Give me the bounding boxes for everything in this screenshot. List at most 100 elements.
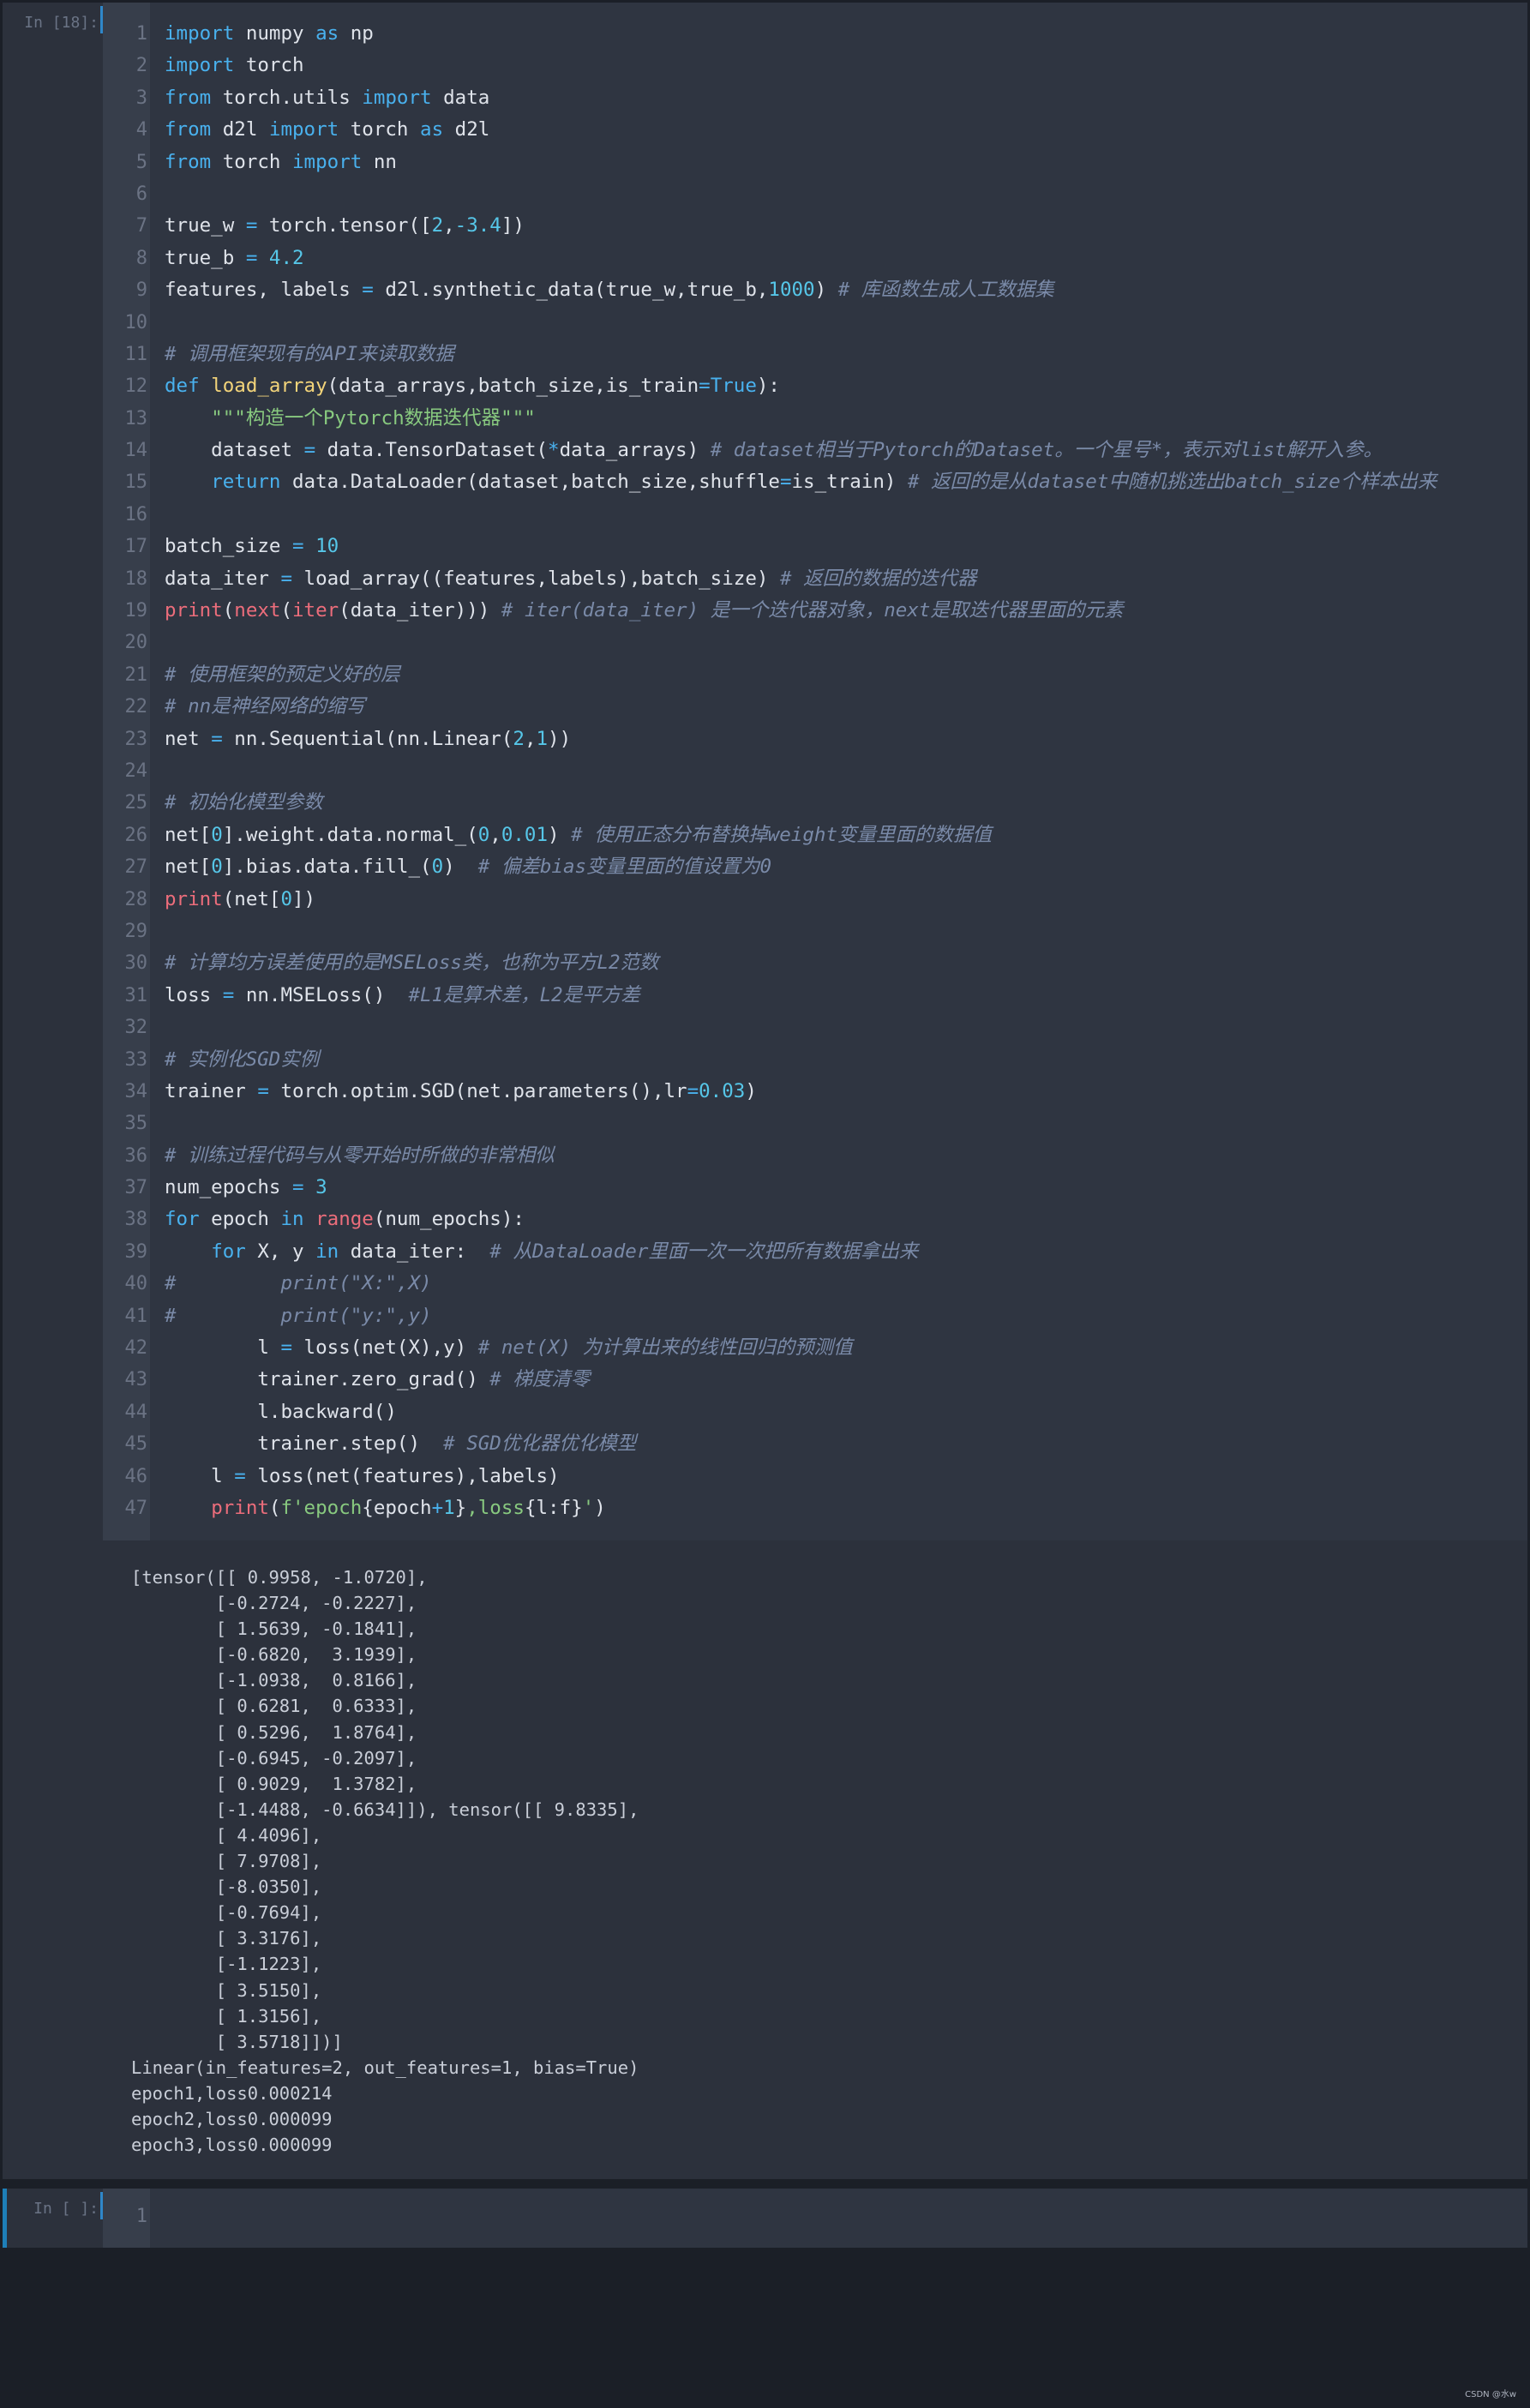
code-editor[interactable]: 1 import numpy as np 2 import torch 3 from to… (103, 3, 1527, 1540)
line-number: 22 (124, 696, 148, 718)
code-token: # SGD优化器优化模型 (443, 1432, 637, 1456)
line-number: 34 (124, 1080, 148, 1102)
code-token: from (165, 118, 212, 141)
code-line[interactable]: 13 """构造一个Pytorch数据迭代器""" (103, 403, 1527, 435)
code-token: features, labels (165, 279, 363, 302)
code-line[interactable]: 35 (103, 1108, 1527, 1139)
code-editor[interactable]: 1 (103, 2189, 1527, 2248)
code-line[interactable]: 23 net = nn.Sequential(nn.Linear(2,1)) (103, 724, 1527, 755)
code-line[interactable]: 40 # print("X:",X) (103, 1268, 1527, 1300)
code-token: import (292, 150, 363, 173)
line-number: 14 (124, 440, 148, 462)
code-line[interactable]: 44 l.backward() (103, 1396, 1527, 1428)
code-line[interactable]: 37 num_epochs = 3 (103, 1172, 1527, 1204)
code-line[interactable]: 47 print(f'epoch{epoch+1},loss{l:f}') (103, 1492, 1527, 1524)
code-line[interactable]: 27 net[0].bias.data.fill_(0) # 偏差bias变量里面… (103, 851, 1527, 883)
code-line[interactable]: 22 # nn是神经网络的缩写 (103, 691, 1527, 723)
code-token: = (292, 535, 304, 558)
code-line[interactable]: 20 (103, 627, 1527, 658)
code-token: load_array((features,labels),batch_size) (292, 567, 780, 590)
code-line[interactable]: 5 from torch import nn (103, 147, 1527, 178)
code-token: return (211, 471, 281, 494)
code-line[interactable]: 7 true_w = torch.tensor([2,-3.4]) (103, 210, 1527, 242)
code-token: = (303, 439, 316, 462)
code-line[interactable]: 30 # 计算均方误差使用的是MSELoss类，也称为平方L2范数 (103, 947, 1527, 979)
code-line[interactable]: 4 from d2l import torch as d2l (103, 114, 1527, 146)
code-line[interactable]: 11 # 调用框架现有的API来读取数据 (103, 339, 1527, 370)
line-number: 29 (124, 920, 148, 942)
line-number: 17 (124, 536, 148, 558)
code-token: epoch (199, 1208, 281, 1231)
code-line[interactable]: 12 def load_array(data_arrays,batch_size,… (103, 370, 1527, 402)
code-token: (data_iter))) (339, 599, 501, 622)
code-token: torch (339, 118, 421, 141)
code-line[interactable]: 32 (103, 1012, 1527, 1043)
code-line[interactable]: 18 data_iter = load_array((features,label… (103, 563, 1527, 595)
code-line[interactable]: 46 l = loss(net(features),labels) (103, 1461, 1527, 1492)
code-line[interactable]: 26 net[0].weight.data.normal_(0,0.01) # 使… (103, 820, 1527, 851)
code-line[interactable]: 39 for X, y in data_iter: # 从DataLoader里… (103, 1236, 1527, 1268)
code-token: # net(X) 为计算出来的线性回归的预测值 (477, 1336, 853, 1360)
line-number: 21 (124, 664, 148, 686)
code-token: 0.03 (699, 1079, 746, 1102)
code-token: # 调用框架现有的API来读取数据 (165, 342, 454, 365)
line-number: 15 (124, 471, 148, 494)
code-line[interactable]: 21 # 使用框架的预定义好的层 (103, 659, 1527, 691)
code-line[interactable]: 45 trainer.step() # SGD优化器优化模型 (103, 1428, 1527, 1460)
code-token: next (234, 599, 281, 622)
code-line[interactable]: 1 (103, 2201, 1527, 2232)
code-line[interactable]: 15 return data.DataLoader(dataset,batch_… (103, 466, 1527, 498)
code-line[interactable]: 16 (103, 499, 1527, 531)
code-line[interactable]: 14 dataset = data.TensorDataset(*data_ar… (103, 435, 1527, 466)
code-token: # dataset相当于Pytorch的Dataset。一个星号*，表示对lis… (710, 439, 1383, 462)
code-token: load_array (211, 375, 327, 398)
code-cell-18[interactable]: In [18]: 1 import numpy as np 2 import torc… (3, 3, 1527, 2179)
code-line[interactable]: 29 (103, 916, 1527, 947)
code-line[interactable]: 2 import torch (103, 50, 1527, 81)
code-line[interactable]: 28 print(net[0]) (103, 884, 1527, 916)
code-line[interactable]: 25 # 初始化模型参数 (103, 787, 1527, 819)
line-number: 43 (124, 1369, 148, 1391)
code-token: """构造一个Pytorch数据迭代器""" (211, 406, 536, 429)
code-line[interactable]: 41 # print("y:",y) (103, 1300, 1527, 1332)
code-line[interactable]: 8 true_b = 4.2 (103, 243, 1527, 274)
code-line[interactable]: 17 batch_size = 10 (103, 531, 1527, 562)
code-lines[interactable]: 1 import numpy as np 2 import torch 3 from to… (103, 18, 1527, 1524)
line-number: 41 (124, 1305, 148, 1327)
code-line[interactable]: 33 # 实例化SGD实例 (103, 1044, 1527, 1076)
code-token: ' (582, 1496, 595, 1519)
code-line[interactable]: 42 l = loss(net(X),y) # net(X) 为计算出来的线性回… (103, 1332, 1527, 1364)
code-lines[interactable]: 1 (103, 2201, 1527, 2232)
code-line[interactable]: 6 (103, 178, 1527, 210)
code-line[interactable]: 19 print(next(iter(data_iter))) # iter(da… (103, 595, 1527, 627)
code-token: ( (222, 599, 235, 622)
code-cell-empty[interactable]: In [ ]: 1 (3, 2189, 1527, 2248)
line-number: 12 (124, 375, 148, 398)
code-token: 2 (431, 214, 444, 237)
code-line[interactable]: 34 trainer = torch.optim.SGD(net.paramete… (103, 1076, 1527, 1108)
code-token: l.backward() (165, 1400, 397, 1423)
code-token: ( (280, 599, 293, 622)
code-token: 1 (443, 1496, 455, 1519)
code-token: True (710, 375, 757, 398)
code-token: data.DataLoader(dataset,batch_size,shuff… (280, 471, 780, 494)
code-line[interactable]: 10 (103, 307, 1527, 339)
code-line[interactable]: 36 # 训练过程代码与从零开始时所做的非常相似 (103, 1140, 1527, 1172)
code-line[interactable]: 38 for epoch in range(num_epochs): (103, 1204, 1527, 1235)
code-line[interactable]: 31 loss = nn.MSELoss() #L1是算术差，L2是平方差 (103, 980, 1527, 1012)
code-line[interactable]: 3 from torch.utils import data (103, 82, 1527, 114)
code-token: print (165, 599, 223, 622)
code-token: # 返回的数据的迭代器 (779, 567, 977, 590)
code-token: num_epochs (165, 1176, 293, 1199)
code-token: = (234, 1464, 246, 1487)
code-token: ) (745, 1079, 757, 1102)
code-line[interactable]: 43 trainer.zero_grad() # 梯度清零 (103, 1364, 1527, 1396)
code-token: + (431, 1496, 444, 1519)
code-line[interactable]: 24 (103, 755, 1527, 787)
code-line[interactable]: 9 features, labels = d2l.synthetic_data(t… (103, 274, 1527, 306)
code-line[interactable]: 1 import numpy as np (103, 18, 1527, 50)
